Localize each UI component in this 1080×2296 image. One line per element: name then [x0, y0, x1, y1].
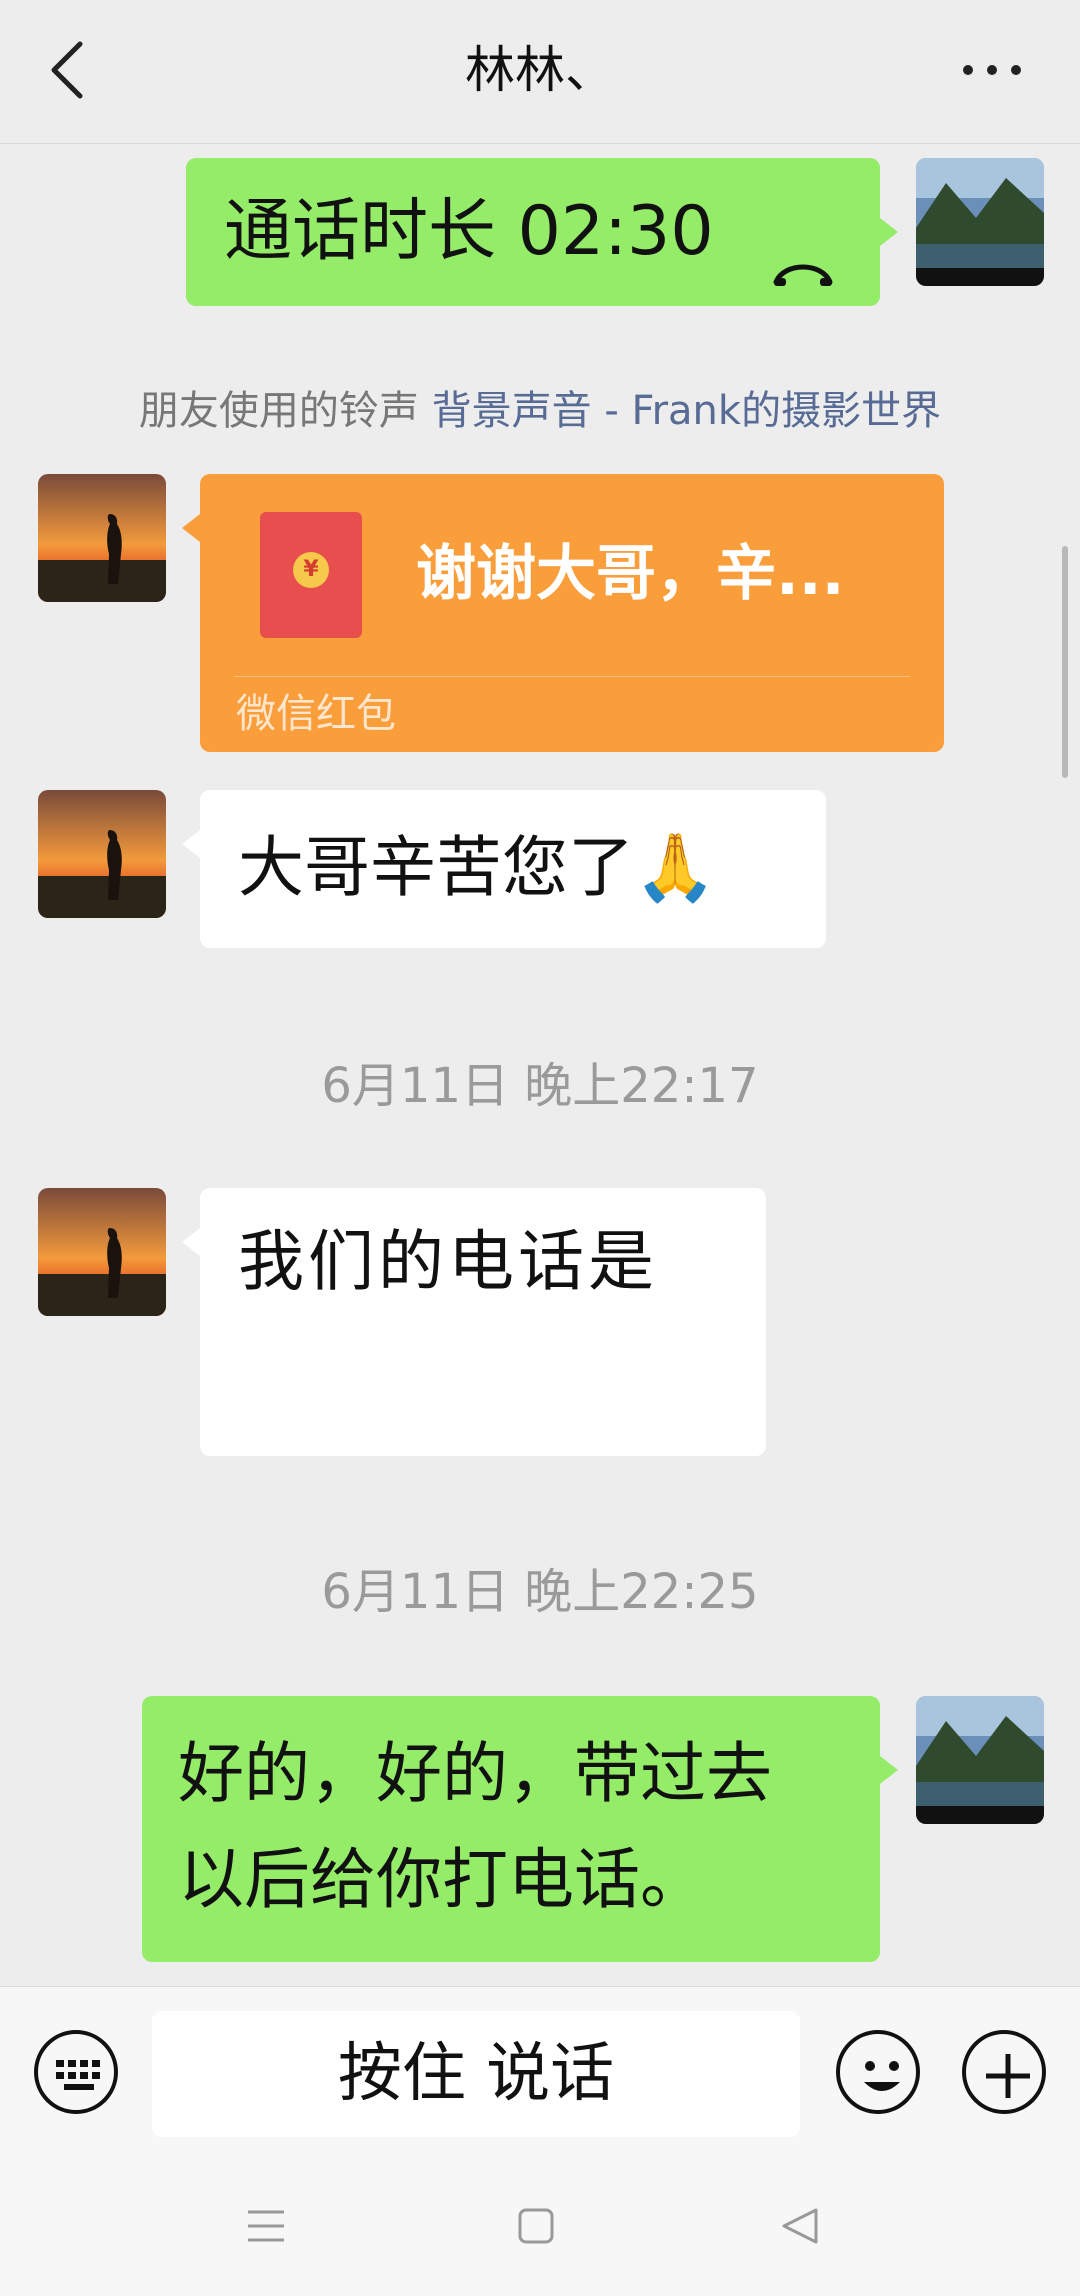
message-text-reply-line2: 以后给你打电话。 — [178, 1841, 706, 1918]
contact-avatar[interactable] — [38, 474, 166, 602]
emoji-icon[interactable] — [836, 2030, 920, 2114]
phone-hangup-icon — [770, 216, 836, 320]
message-text-thanks: 大哥辛苦您了 — [238, 829, 634, 906]
ringtone-note-prefix: 朋友使用的铃声 — [138, 388, 432, 434]
back-triangle-icon[interactable] — [780, 2206, 820, 2250]
input-bar: 按住 说话 — [0, 1986, 1080, 2156]
red-packet-greeting: 谢谢大哥，辛... — [416, 539, 845, 609]
red-packet-message[interactable]: ¥ 谢谢大哥，辛... 微信红包 — [182, 474, 944, 752]
timestamp: 6月11日 晚上22:17 — [321, 1058, 759, 1114]
message-bubble-thanks[interactable]: 大哥辛苦您了🙏 — [182, 790, 826, 948]
hold-to-talk-button[interactable]: 按住 说话 — [152, 2011, 800, 2137]
my-avatar[interactable] — [916, 1696, 1044, 1824]
scrollbar[interactable] — [1062, 546, 1068, 778]
ringtone-note: 朋友使用的铃声 背景声音 - Frank的摄影世界 — [0, 378, 1080, 436]
menu-icon[interactable] — [246, 2208, 286, 2248]
plus-icon[interactable] — [962, 2030, 1046, 2114]
home-icon[interactable] — [518, 2208, 554, 2248]
more-icon[interactable] — [956, 40, 1028, 100]
message-bubble-reply[interactable]: 好的，好的，带过去 以后给你打电话。 — [142, 1696, 898, 1962]
call-record-bubble[interactable]: 通话时长 02:30 — [186, 158, 898, 306]
contact-avatar[interactable] — [38, 790, 166, 918]
red-envelope-icon: ¥ — [260, 512, 362, 638]
red-envelope-coin: ¥ — [293, 552, 329, 588]
message-bubble-phone[interactable]: 我们的电话是 — [182, 1188, 766, 1456]
my-avatar[interactable] — [916, 158, 1044, 286]
red-packet-divider — [234, 676, 910, 677]
call-duration-text: 通话时长 02:30 — [224, 192, 714, 271]
pray-emoji-icon: 🙏 — [634, 829, 717, 906]
ringtone-link[interactable]: 背景声音 - Frank的摄影世界 — [432, 388, 941, 434]
contact-avatar[interactable] — [38, 1188, 166, 1316]
keyboard-icon[interactable] — [34, 2030, 118, 2114]
chat-title: 林林、 — [465, 41, 615, 99]
system-nav-bar — [0, 2156, 1080, 2296]
message-text-phone: 我们的电话是 — [238, 1223, 658, 1300]
timestamp: 6月11日 晚上22:25 — [321, 1564, 759, 1620]
message-text-reply-line1: 好的，好的，带过去 — [178, 1735, 772, 1812]
red-packet-label: 微信红包 — [236, 691, 396, 737]
chat-header: 林林、 — [0, 0, 1080, 144]
message-text: 大哥辛苦您了🙏 — [238, 816, 716, 920]
